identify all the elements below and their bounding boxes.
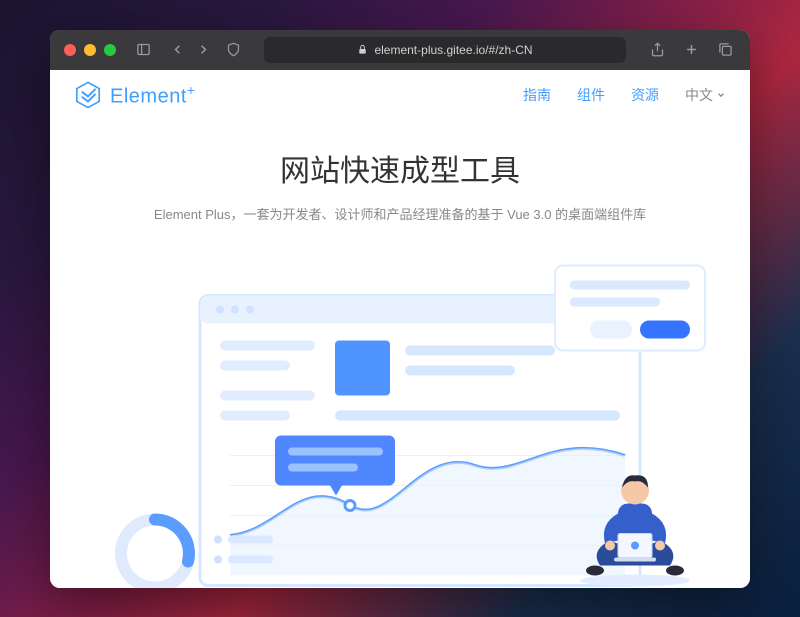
logo[interactable]: Element+ bbox=[74, 81, 196, 109]
forward-button[interactable] bbox=[192, 39, 214, 61]
nav-components[interactable]: 组件 bbox=[577, 85, 605, 105]
nav-resources[interactable]: 资源 bbox=[631, 85, 659, 105]
nav-arrows bbox=[166, 39, 214, 61]
back-button[interactable] bbox=[166, 39, 188, 61]
share-icon[interactable] bbox=[646, 39, 668, 61]
language-selector[interactable]: 中文 bbox=[685, 85, 726, 105]
illustration-svg bbox=[80, 253, 720, 588]
nav-links: 指南 组件 资源 中文 bbox=[523, 85, 726, 105]
tabs-icon[interactable] bbox=[714, 39, 736, 61]
hero-subtitle: Element Plus，一套为开发者、设计师和产品经理准备的基于 Vue 3.… bbox=[70, 204, 730, 223]
titlebar: element-plus.gitee.io/#/zh-CN bbox=[50, 30, 750, 70]
maximize-window-button[interactable] bbox=[104, 44, 116, 56]
shield-icon[interactable] bbox=[222, 39, 244, 61]
logo-icon bbox=[74, 81, 102, 109]
page-content: Element+ 指南 组件 资源 中文 网站快速成型工具 Element Pl… bbox=[50, 70, 750, 588]
browser-window: element-plus.gitee.io/#/zh-CN Element+ bbox=[50, 30, 750, 588]
new-tab-icon[interactable] bbox=[680, 39, 702, 61]
hero-illustration bbox=[50, 233, 750, 588]
url-bar[interactable]: element-plus.gitee.io/#/zh-CN bbox=[264, 37, 626, 63]
chevron-down-icon bbox=[716, 90, 726, 100]
right-toolbar-icons bbox=[646, 39, 736, 61]
nav-guide[interactable]: 指南 bbox=[523, 85, 551, 105]
close-window-button[interactable] bbox=[64, 44, 76, 56]
minimize-window-button[interactable] bbox=[84, 44, 96, 56]
hero-title: 网站快速成型工具 bbox=[70, 146, 730, 190]
url-text: element-plus.gitee.io/#/zh-CN bbox=[374, 43, 532, 57]
traffic-lights bbox=[64, 44, 116, 56]
language-label: 中文 bbox=[685, 85, 713, 105]
lock-icon bbox=[357, 44, 368, 55]
hero: 网站快速成型工具 Element Plus，一套为开发者、设计师和产品经理准备的… bbox=[50, 122, 750, 233]
top-nav: Element+ 指南 组件 资源 中文 bbox=[50, 70, 750, 122]
logo-text: Element+ bbox=[110, 82, 196, 109]
sidebar-icon[interactable] bbox=[132, 39, 154, 61]
